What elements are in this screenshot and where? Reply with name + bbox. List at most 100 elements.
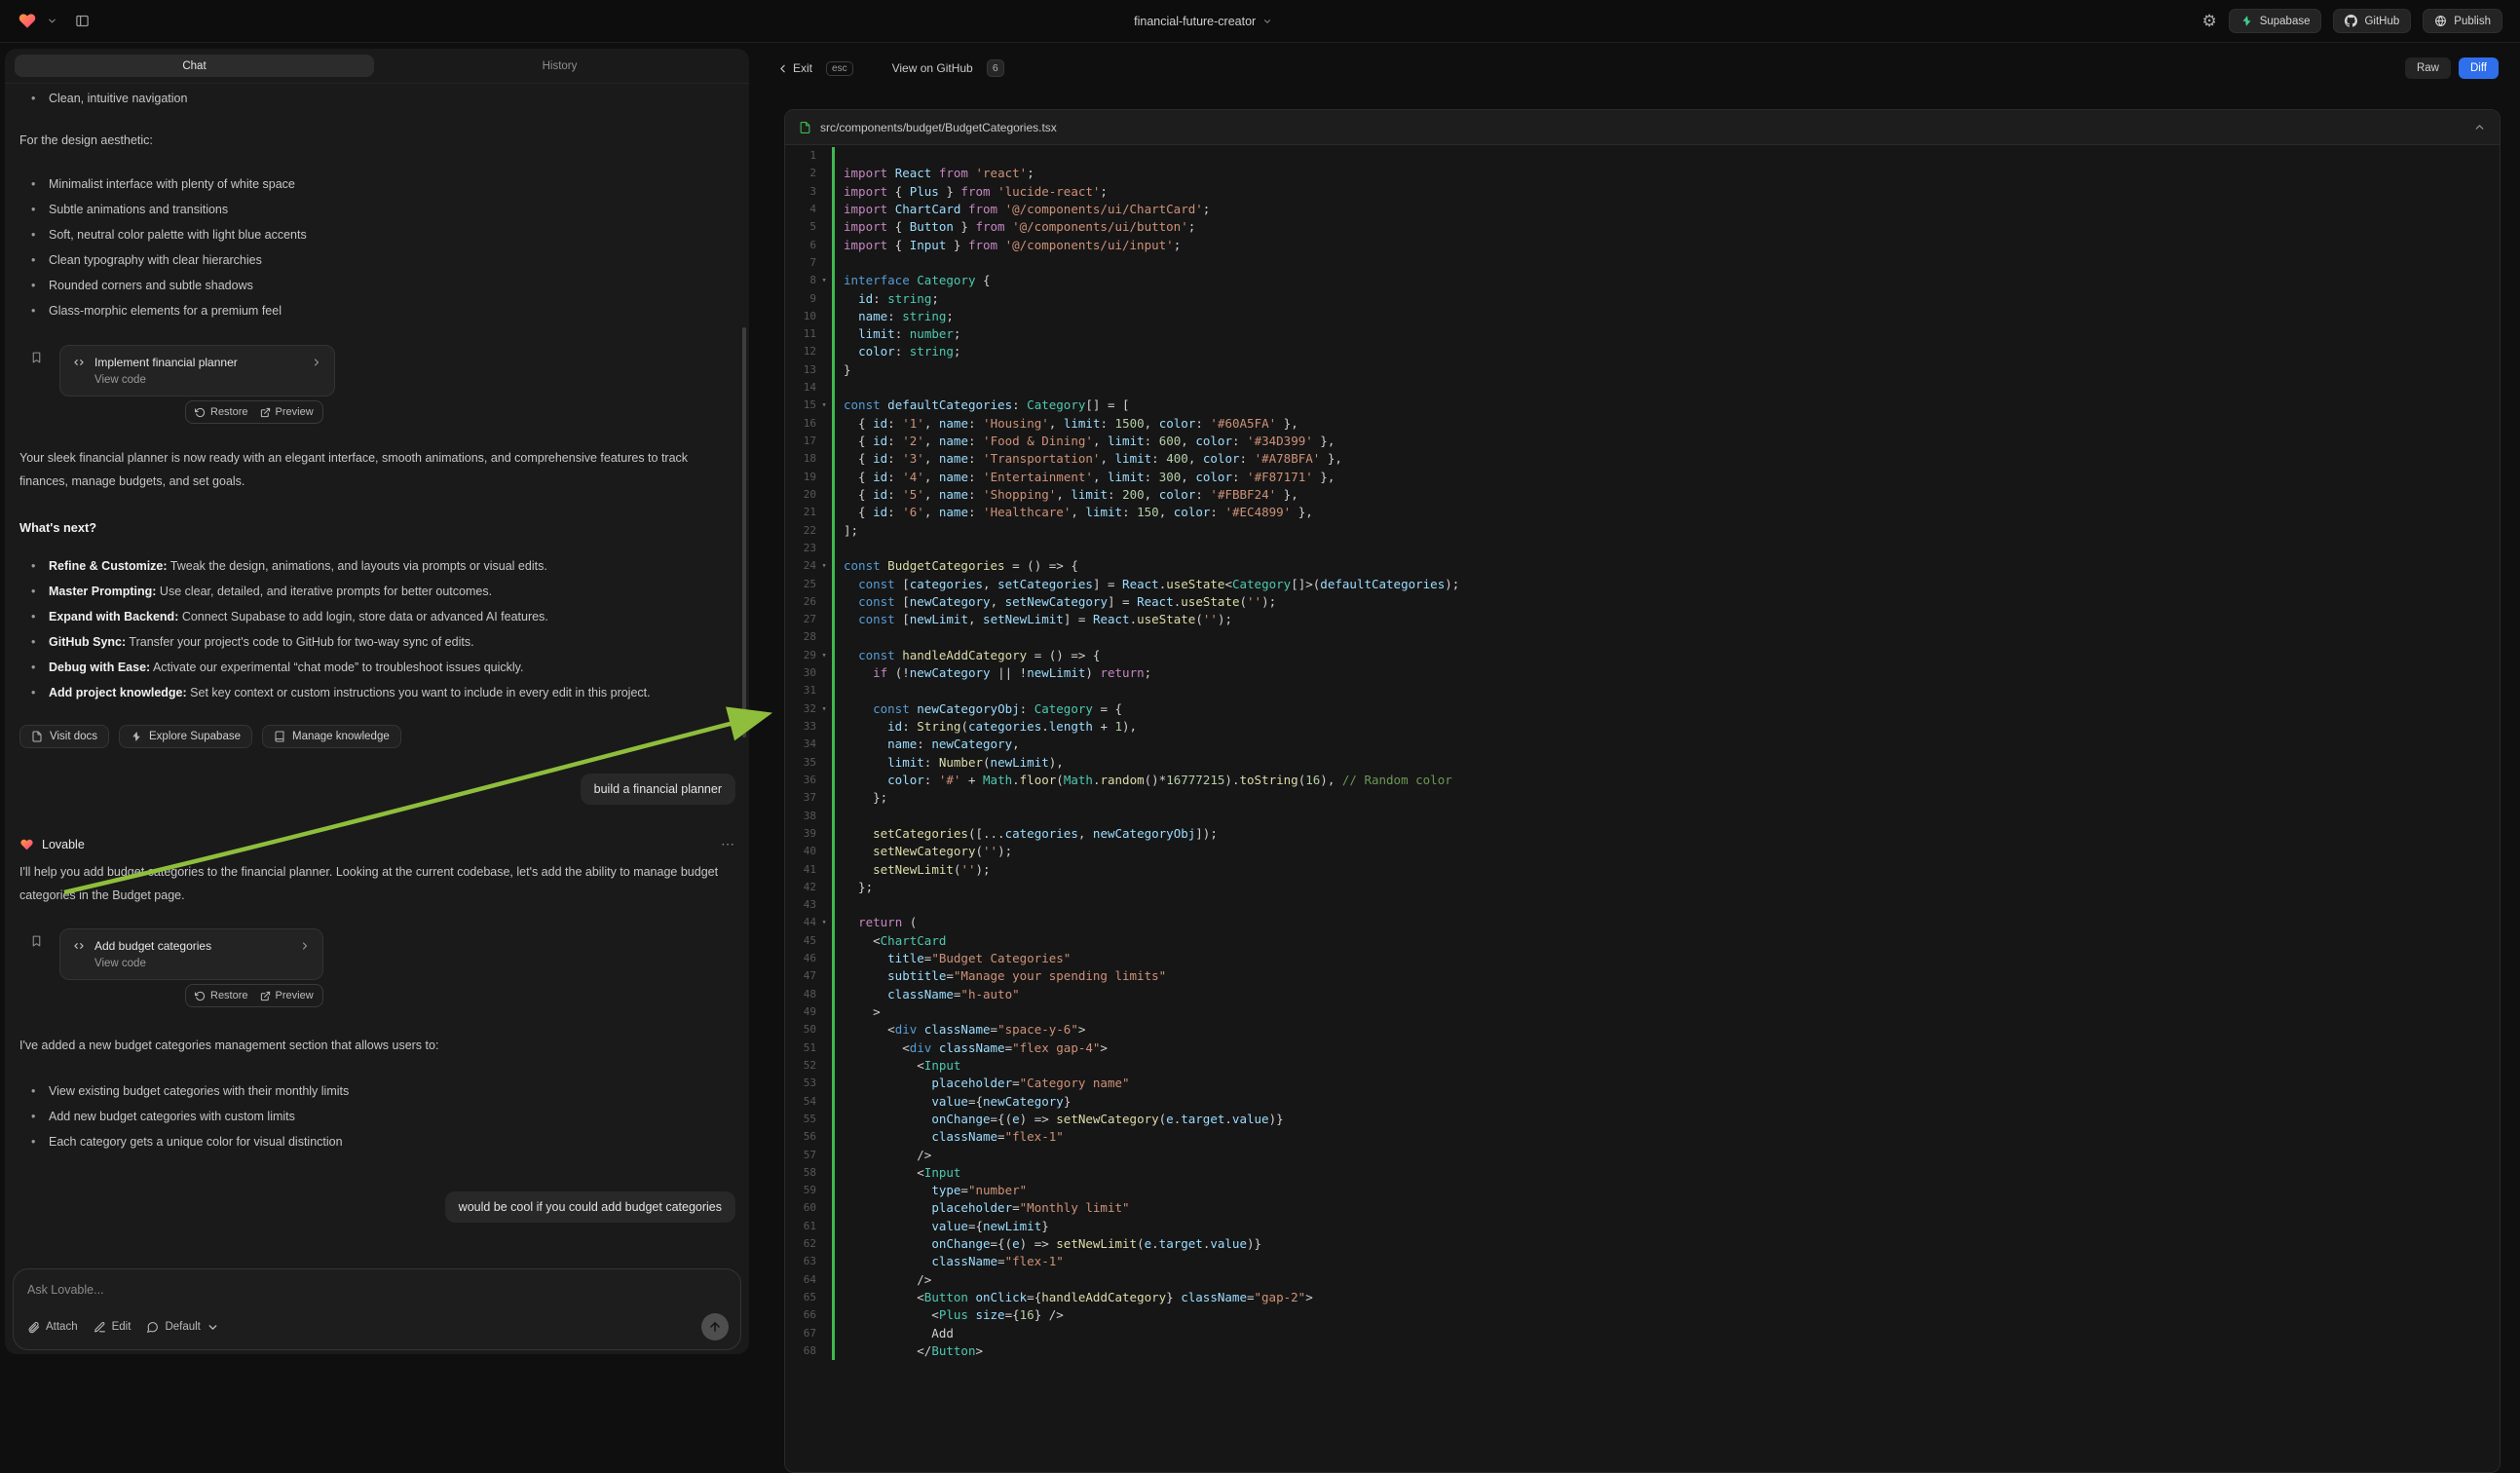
version-card-row: Add budget categories View code Restore … [59, 928, 735, 1010]
diff-added-bar [832, 1218, 835, 1235]
diff-added-bar [832, 308, 835, 325]
diff-added-bar [832, 1199, 835, 1217]
attach-button[interactable]: Attach [27, 1321, 78, 1334]
view-code-link[interactable]: View code [94, 374, 322, 386]
pencil-icon [94, 1321, 106, 1334]
bullet-item: Clean typography with clear hierarchies [19, 247, 735, 273]
code-line: 8▾ interface Category { [785, 272, 2500, 289]
diff-added-bar [832, 879, 835, 896]
fold-chevron-icon[interactable]: ▾ [816, 397, 832, 414]
preview-button[interactable]: Preview [260, 406, 314, 418]
bullet-item: Add project knowledge: Set key context o… [19, 680, 735, 705]
supabase-bolt-icon [2240, 15, 2253, 27]
diff-added-bar [832, 843, 835, 860]
raw-button[interactable]: Raw [2405, 57, 2451, 79]
chat-scrollbar-thumb[interactable] [742, 327, 746, 737]
bullet-item: Subtle animations and transitions [19, 197, 735, 222]
manage-knowledge-button[interactable]: Manage knowledge [262, 725, 401, 748]
code-line: 28 [785, 628, 2500, 646]
line-number: 12 [791, 343, 816, 360]
file-header[interactable]: src/components/budget/BudgetCategories.t… [785, 110, 2500, 145]
line-number: 22 [791, 522, 816, 540]
line-number: 16 [791, 415, 816, 433]
tab-history[interactable]: History [380, 55, 739, 77]
diff-added-bar [832, 147, 835, 165]
tab-history-label: History [543, 60, 578, 72]
project-switcher[interactable]: financial-future-creator [1134, 0, 1272, 43]
code-text: const newCategoryObj: Category = { [844, 700, 1122, 718]
restore-button[interactable]: Restore [195, 406, 248, 418]
supabase-button[interactable]: Supabase [2229, 9, 2322, 33]
code-line: 47 subtitle="Manage your spending limits… [785, 967, 2500, 985]
collapse-chevron-up-icon[interactable] [2473, 121, 2486, 133]
bookmark-icon[interactable] [30, 934, 43, 948]
line-number: 2 [791, 165, 816, 182]
code-icon [72, 356, 86, 369]
version-card[interactable]: Implement financial planner View code Re… [59, 345, 335, 397]
explore-supabase-button[interactable]: Explore Supabase [119, 725, 252, 748]
send-button[interactable] [701, 1313, 729, 1341]
bookmark-icon[interactable] [30, 351, 43, 364]
diff-button[interactable]: Diff [2459, 57, 2499, 79]
sidebar-toggle-icon[interactable] [75, 14, 90, 28]
message-menu-icon[interactable]: ⋯ [721, 836, 735, 852]
fold-chevron-icon[interactable]: ▾ [816, 700, 832, 718]
settings-gear-icon[interactable]: ⚙ [2201, 13, 2216, 29]
exit-button[interactable]: Exit [776, 61, 812, 75]
github-count-badge: 6 [987, 59, 1004, 77]
edit-button[interactable]: Edit [94, 1321, 132, 1334]
code-line: 4import ChartCard from '@/components/ui/… [785, 201, 2500, 218]
line-number: 51 [791, 1039, 816, 1057]
code-line: 67 Add [785, 1325, 2500, 1342]
user-message: build a financial planner [581, 774, 735, 805]
line-number: 29 [791, 647, 816, 664]
visit-docs-button[interactable]: Visit docs [19, 725, 109, 748]
prompt-input-box[interactable]: Attach Edit Default [13, 1268, 741, 1350]
bullet-item: Minimalist interface with plenty of whit… [19, 171, 735, 197]
tab-chat[interactable]: Chat [15, 55, 374, 77]
diff-added-bar [832, 718, 835, 736]
prompt-input[interactable] [27, 1283, 657, 1297]
diff-added-bar [832, 1003, 835, 1021]
diff-added-bar [832, 379, 835, 397]
diff-added-bar [832, 593, 835, 611]
code-text: import { Input } from '@/components/ui/i… [844, 237, 1181, 254]
fold-chevron-icon[interactable]: ▾ [816, 914, 832, 931]
bullet-item: Soft, neutral color palette with light b… [19, 222, 735, 247]
preview-button[interactable]: Preview [260, 990, 314, 1001]
line-number: 64 [791, 1271, 816, 1289]
chevron-right-icon[interactable] [299, 940, 311, 952]
version-card[interactable]: Add budget categories View code Restore … [59, 928, 323, 980]
chevron-right-icon[interactable] [311, 357, 322, 368]
code-line: 42 }; [785, 879, 2500, 896]
workspace-chevron-down-icon[interactable] [47, 16, 57, 26]
code-line: 38 [785, 808, 2500, 825]
line-number: 60 [791, 1199, 816, 1217]
lovable-logo-icon[interactable] [18, 12, 37, 30]
code-line: 43 [785, 896, 2500, 914]
whats-next-heading: What's next? [19, 516, 735, 540]
explore-supabase-label: Explore Supabase [149, 731, 241, 742]
diff-added-bar [832, 325, 835, 343]
restore-icon [195, 407, 206, 418]
code-text: interface Category { [844, 272, 991, 289]
code-text: <div className="flex gap-4"> [844, 1039, 1108, 1057]
exit-label: Exit [793, 61, 812, 75]
publish-button[interactable]: Publish [2423, 9, 2502, 33]
line-number: 61 [791, 1218, 816, 1235]
fold-chevron-icon[interactable]: ▾ [816, 647, 832, 664]
diff-added-bar [832, 540, 835, 557]
chat-mode-selector[interactable]: Default [146, 1321, 218, 1334]
view-code-link[interactable]: View code [94, 958, 311, 969]
github-button[interactable]: GitHub [2333, 9, 2411, 33]
diff-added-bar [832, 1182, 835, 1199]
diff-added-bar [832, 201, 835, 218]
view-on-github-link[interactable]: View on GitHub [892, 61, 973, 75]
fold-chevron-icon[interactable]: ▾ [816, 557, 832, 575]
fold-chevron-icon[interactable]: ▾ [816, 272, 832, 289]
code-line: 26 const [newCategory, setNewCategory] =… [785, 593, 2500, 611]
line-number: 8 [791, 272, 816, 289]
diff-added-bar [832, 1039, 835, 1057]
restore-button[interactable]: Restore [195, 990, 248, 1001]
code-text: Add [844, 1325, 954, 1342]
